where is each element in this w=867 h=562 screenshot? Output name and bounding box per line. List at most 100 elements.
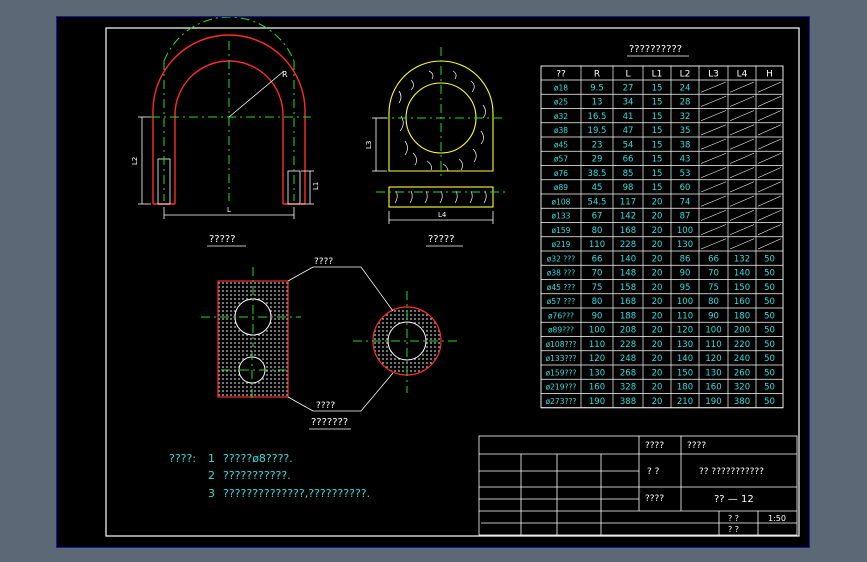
empty-cell-slash bbox=[729, 195, 755, 207]
table-cell: 190 bbox=[589, 397, 605, 407]
table-cell: ø38 ??? bbox=[547, 269, 575, 278]
table-cell: 208 bbox=[620, 326, 636, 336]
table-cell: ø18 bbox=[554, 83, 568, 92]
table-cell: 120 bbox=[589, 354, 605, 364]
note-3-text: ??????????????,??????????. bbox=[223, 487, 370, 500]
table-cell: 100 bbox=[677, 297, 693, 307]
empty-cell-slash bbox=[729, 167, 755, 179]
table-cell: 388 bbox=[620, 397, 636, 407]
table-cell: 47 bbox=[623, 126, 634, 136]
table-cell: 190 bbox=[705, 397, 721, 407]
table-cell: 95 bbox=[680, 283, 691, 293]
table-header-cell: L2 bbox=[680, 70, 691, 80]
table-cell: ø89 bbox=[554, 183, 568, 192]
table-cell: 15 bbox=[652, 98, 663, 108]
table-cell: 74 bbox=[680, 197, 691, 207]
table-cell: 50 bbox=[764, 269, 775, 279]
table-cell: 15 bbox=[652, 155, 663, 165]
table-cell: 200 bbox=[734, 326, 750, 336]
table-cell: ø32 ??? bbox=[547, 254, 575, 263]
table-cell: 20 bbox=[652, 326, 663, 336]
tb-cell-e: ???? bbox=[645, 494, 664, 504]
table-cell: ø89??? bbox=[548, 326, 574, 335]
table-cell: 34 bbox=[623, 98, 634, 108]
table-cell: 140 bbox=[677, 354, 693, 364]
empty-cell-slash bbox=[757, 152, 782, 164]
table-cell: ø38 bbox=[554, 126, 568, 135]
table-cell: 180 bbox=[734, 311, 750, 321]
note-2-num: 2 bbox=[208, 469, 215, 482]
table-cell: 75 bbox=[708, 283, 719, 293]
table-cell: 130 bbox=[705, 368, 721, 378]
empty-cell-slash bbox=[700, 152, 727, 164]
table-cell: 98 bbox=[623, 183, 634, 193]
table-cell: 210 bbox=[677, 397, 693, 407]
empty-cell-slash bbox=[757, 209, 782, 221]
table-cell: 32 bbox=[680, 112, 691, 122]
table-cell: 19.5 bbox=[588, 126, 607, 136]
table-cell: 70 bbox=[592, 269, 603, 279]
table-cell: 53 bbox=[680, 169, 691, 179]
table-cell: 9.5 bbox=[590, 83, 604, 93]
empty-cell-slash bbox=[700, 95, 727, 107]
table-cell: 140 bbox=[620, 254, 636, 264]
table-cell: 110 bbox=[705, 340, 721, 350]
table-cell: ø108 bbox=[552, 197, 571, 206]
table-cell: 320 bbox=[734, 383, 750, 393]
table-cell: 50 bbox=[764, 326, 775, 336]
table-cell: 86 bbox=[680, 254, 691, 264]
table-cell: 132 bbox=[734, 254, 750, 264]
front-view: R L L2 L1 ????? bbox=[131, 17, 320, 247]
table-cell: 80 bbox=[592, 297, 603, 307]
table-cell: ø133 bbox=[552, 212, 571, 221]
table-cell: 380 bbox=[734, 397, 750, 407]
empty-cell-slash bbox=[729, 209, 755, 221]
table-cell: 15 bbox=[652, 183, 663, 193]
empty-cell-slash bbox=[757, 81, 782, 93]
table-cell: 45 bbox=[592, 183, 603, 193]
empty-cell-slash bbox=[700, 138, 727, 150]
table-cell: 50 bbox=[764, 368, 775, 378]
table-cell: ø76??? bbox=[548, 311, 574, 320]
table-cell: 80 bbox=[708, 297, 719, 307]
table-cell: 168 bbox=[620, 297, 636, 307]
table-cell: 15 bbox=[652, 140, 663, 150]
table-cell: 220 bbox=[734, 340, 750, 350]
dim-l3-label: L3 bbox=[365, 141, 373, 149]
label-bottom: ???? bbox=[316, 401, 335, 411]
dimension-table: ?????????? ?? R L L1 L2 L3 L4 Hø18 9.5 27 15 24 ø25 1… bbox=[540, 44, 784, 409]
cad-viewport[interactable]: R L L2 L1 ????? L3 L4 ????? ???? ???? ??… bbox=[56, 16, 810, 548]
bottom-view-caption: ??????? bbox=[311, 417, 348, 428]
tb-cell-b: ???? bbox=[687, 441, 706, 451]
table-cell: 23 bbox=[592, 140, 603, 150]
table-cell: 41 bbox=[623, 112, 634, 122]
table-cell: 85 bbox=[623, 169, 634, 179]
table-header-cell: H bbox=[766, 70, 773, 80]
table-cell: 240 bbox=[734, 354, 750, 364]
table-header-cell: L1 bbox=[652, 70, 663, 80]
table-cell: 150 bbox=[677, 368, 693, 378]
table-cell: 130 bbox=[589, 368, 605, 378]
table-cell: 50 bbox=[764, 283, 775, 293]
title-block-text: ???? ???? ? ? ?? ??????????? ???? ?? — 1… bbox=[645, 441, 786, 534]
table-cell: 140 bbox=[734, 269, 750, 279]
empty-cell-slash bbox=[700, 238, 727, 250]
table-cell: ø219 bbox=[552, 240, 571, 249]
table-title: ?????????? bbox=[629, 44, 682, 55]
table-cell: 20 bbox=[652, 340, 663, 350]
table-cell: 43 bbox=[680, 155, 691, 165]
table-cell: 160 bbox=[734, 297, 750, 307]
empty-cell-slash bbox=[757, 238, 782, 250]
table-cell: 54 bbox=[623, 140, 634, 150]
table-cell: 50 bbox=[764, 297, 775, 307]
table-cell: ø159 bbox=[552, 226, 571, 235]
table-cell: 130 bbox=[677, 240, 693, 250]
table-cell: 35 bbox=[680, 126, 691, 136]
table-cell: 158 bbox=[620, 283, 636, 293]
table-cell: 100 bbox=[705, 326, 721, 336]
empty-cell-slash bbox=[729, 95, 755, 107]
dim-r-label: R bbox=[282, 70, 288, 79]
empty-cell-slash bbox=[700, 209, 727, 221]
table-cell: ø219??? bbox=[546, 383, 577, 392]
table-cell: 66 bbox=[592, 254, 603, 264]
